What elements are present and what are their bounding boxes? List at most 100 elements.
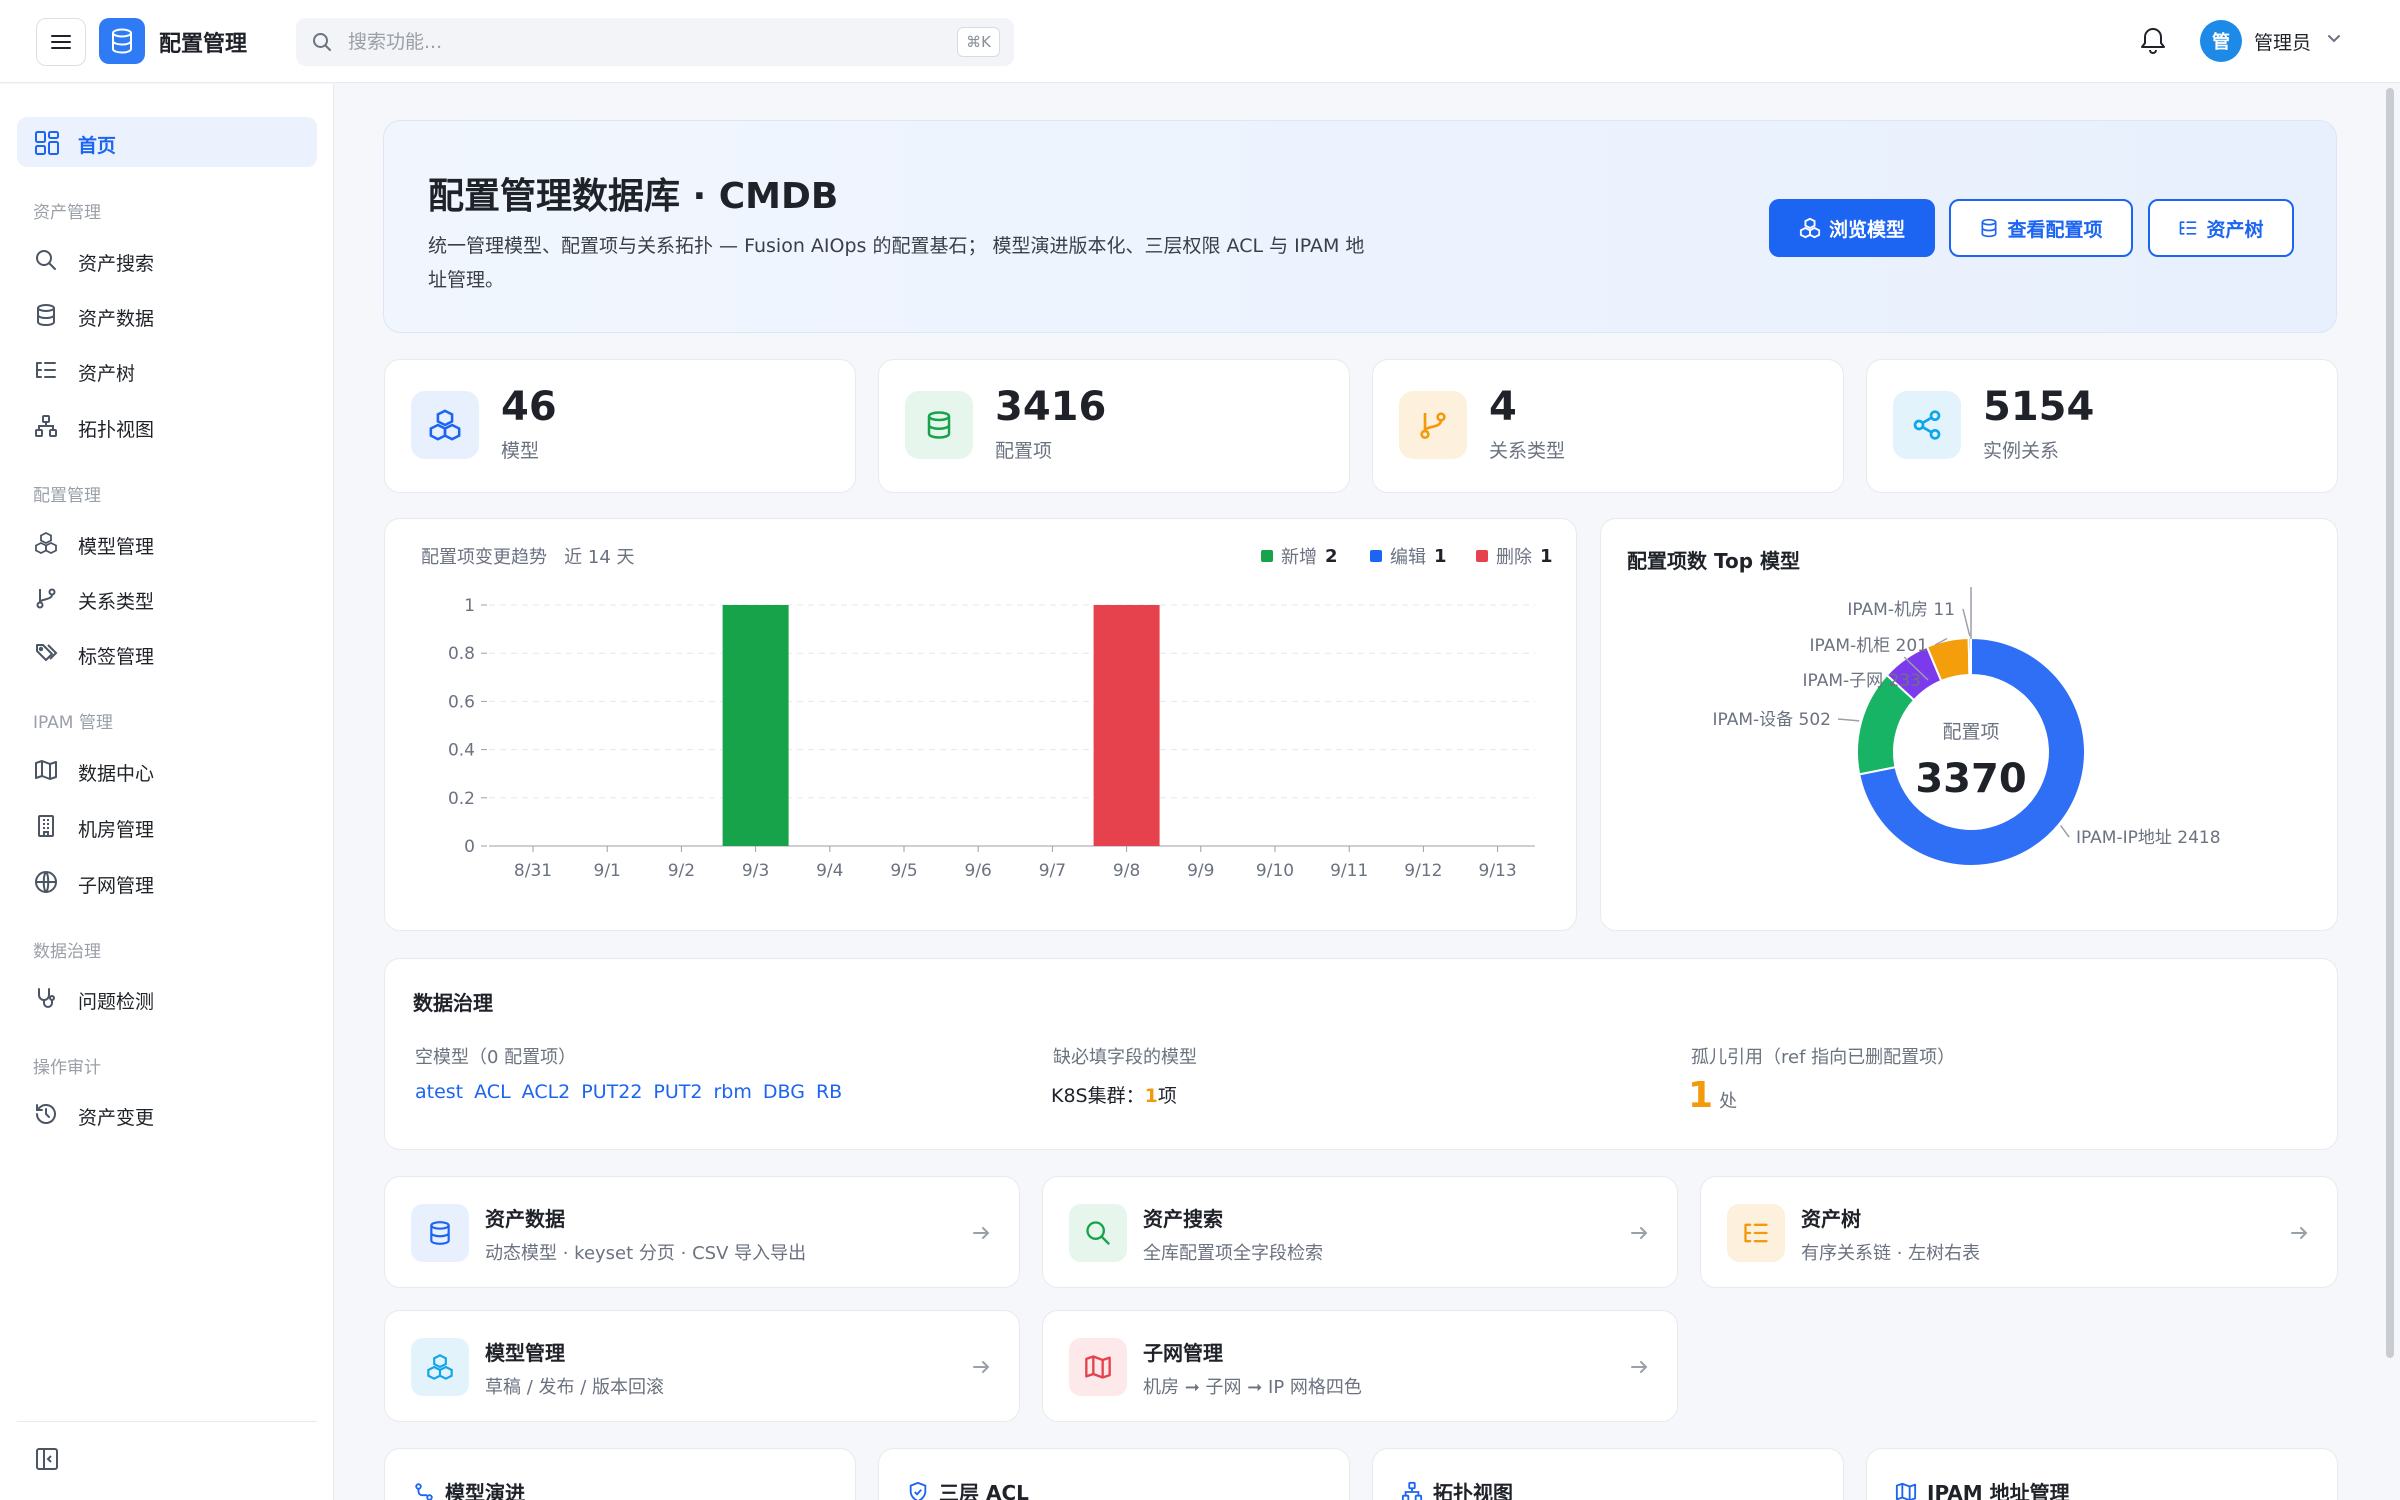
search-icon [313, 33, 331, 51]
stat-icon-box [411, 391, 479, 459]
missing-fields-label: 缺必填字段的模型 [1053, 1047, 1197, 1068]
browse-models-button[interactable]: 浏览模型 [1769, 199, 1935, 257]
empty-models-list: atest ACL ACL2 PUT22 PUT2 rbm DBG RB [415, 1081, 842, 1103]
chevron-down-icon[interactable] [2326, 33, 2342, 45]
map-icon [35, 760, 57, 780]
nav-section-title: IPAM 管理 [33, 713, 113, 733]
quick-card-asset-data[interactable]: 资产数据 动态模型 · keyset 分页 · CSV 导入导出 [384, 1176, 1020, 1288]
x-tick-label: 9/4 [816, 861, 843, 881]
sidebar-collapse-icon[interactable] [34, 1446, 60, 1472]
search-icon [1086, 1221, 1110, 1245]
sidebar-item-tags[interactable]: 标签管理 [17, 628, 317, 678]
search-box[interactable]: ⌘K [296, 18, 1014, 66]
empty-model-link[interactable]: rbm [713, 1081, 751, 1103]
avatar[interactable]: 管 [2200, 20, 2242, 62]
stat-label: 配置项 [995, 440, 1053, 462]
arrow-right-icon [2291, 1227, 2308, 1239]
quick-card-subtitle: 草稿 / 发布 / 版本回滚 [485, 1377, 665, 1398]
sidebar-item-models[interactable]: 模型管理 [17, 518, 317, 568]
stat-card-relation-types[interactable]: 4 关系类型 [1372, 359, 1844, 493]
feature-card-header: 模型演进 [413, 1477, 525, 1500]
asset-tree-button[interactable]: 资产树 [2148, 199, 2294, 257]
bar-删除[interactable] [1093, 605, 1160, 846]
button-label: 浏览模型 [1828, 218, 1905, 241]
y-tick-label: 0.2 [448, 789, 475, 809]
top-bar: 配置管理 ⌘K 管 管理员 [0, 0, 2400, 83]
quick-card-icon-box [1069, 1204, 1127, 1262]
bell-icon[interactable] [2140, 26, 2166, 56]
quick-card-subnet-management[interactable]: 子网管理 机房 ➞ 子网 ➞ IP 网格四色 [1042, 1310, 1678, 1422]
donut-slice[interactable] [1967, 636, 1972, 677]
sidebar-item-label: 首页 [78, 135, 117, 157]
sidebar-item-label: 机房管理 [78, 819, 155, 841]
label-leader-line [1837, 718, 1860, 722]
menu-toggle-button[interactable] [36, 18, 86, 66]
stat-card-instance-relations[interactable]: 5154 实例关系 [1866, 359, 2338, 493]
sidebar-item-asset-tree[interactable]: 资产树 [17, 345, 317, 395]
sidebar-item-label: 子网管理 [78, 875, 155, 897]
empty-model-link[interactable]: RB [816, 1081, 842, 1103]
stat-label: 关系类型 [1489, 440, 1566, 462]
sidebar-item-subnets[interactable]: 子网管理 [17, 857, 317, 907]
x-tick-label: 9/10 [1256, 861, 1294, 881]
view-config-items-button[interactable]: 查看配置项 [1949, 199, 2133, 257]
trend-bar-chart: 1 0.8 0.6 0.4 0.2 0 8/31 9/1 9/2 9/3 9/4 9/5 9/6 9/7 9… [448, 596, 1535, 881]
empty-model-link[interactable]: atest [415, 1081, 463, 1103]
feature-card-topology[interactable]: 拓扑视图 [1372, 1448, 1844, 1500]
stat-value: 4 [1489, 384, 1517, 430]
sidebar-item-asset-changes[interactable]: 资产变更 [17, 1089, 317, 1139]
stat-card-models[interactable]: 46 模型 [384, 359, 856, 493]
sidebar-item-rooms[interactable]: 机房管理 [17, 801, 317, 851]
quick-card-model-management[interactable]: 模型管理 草稿 / 发布 / 版本回滚 [384, 1310, 1020, 1422]
empty-model-link[interactable]: PUT2 [653, 1081, 702, 1103]
arrow-right-icon [973, 1361, 990, 1373]
search-input[interactable] [348, 26, 908, 58]
stat-card-config-items[interactable]: 3416 配置项 [878, 359, 1350, 493]
sidebar-item-asset-data[interactable]: 资产数据 [17, 290, 317, 340]
empty-models-label: 空模型（0 配置项） [415, 1047, 577, 1068]
stat-value: 5154 [1983, 384, 2095, 430]
sidebar-item-issue-detection[interactable]: 问题检测 [17, 973, 317, 1023]
sidebar-item-asset-search[interactable]: 资产搜索 [17, 235, 317, 285]
sidebar-item-topology[interactable]: 拓扑视图 [17, 401, 317, 451]
database-icon [112, 28, 132, 54]
sidebar: 首页 资产管理 资产搜索 资产数据 资产树 拓扑视图 配置管理 模型管理 关系类… [0, 84, 334, 1500]
page-scrollbar[interactable] [2386, 88, 2394, 1358]
topology-icon [1401, 1481, 1423, 1500]
quick-card-asset-tree[interactable]: 资产树 有序关系链 · 左树右表 [1700, 1176, 2338, 1288]
feature-card-model-evolution[interactable]: 模型演进 [384, 1448, 856, 1500]
empty-model-link[interactable]: ACL2 [522, 1081, 571, 1103]
sidebar-item-label: 资产变更 [78, 1107, 155, 1129]
empty-model-link[interactable]: PUT22 [581, 1081, 642, 1103]
boxes-icon [427, 1354, 453, 1380]
y-tick-label: 0.6 [448, 692, 475, 712]
nav-section-title: 数据治理 [33, 942, 101, 962]
sidebar-item-datacenter[interactable]: 数据中心 [17, 745, 317, 795]
sidebar-item-label: 标签管理 [78, 646, 155, 668]
y-tick-label: 1 [464, 596, 475, 616]
quick-card-asset-search[interactable]: 资产搜索 全库配置项全字段检索 [1042, 1176, 1678, 1288]
quick-card-subtitle: 全库配置项全字段检索 [1143, 1243, 1323, 1264]
empty-model-link[interactable]: DBG [763, 1081, 805, 1103]
bar-新增[interactable] [722, 605, 789, 846]
user-name[interactable]: 管理员 [2254, 28, 2311, 55]
label-leader-line [1962, 608, 1971, 637]
feature-card-title: 拓扑视图 [1433, 1481, 1513, 1500]
quick-card-title: 资产数据 [485, 1207, 565, 1231]
hero-banner: 配置管理数据库 · CMDB 统一管理模型、配置项与关系拓扑 — Fusion … [383, 120, 2337, 333]
feature-card-header: 三层 ACL [907, 1477, 1029, 1500]
feature-card-ipam[interactable]: IPAM 地址管理 [1866, 1448, 2338, 1500]
menu-icon [51, 35, 71, 49]
database-icon [37, 304, 55, 327]
sidebar-item-home[interactable]: 首页 [17, 117, 317, 167]
orphan-refs-count[interactable]: 1处 [1688, 1075, 1737, 1116]
quick-card-subtitle: 机房 ➞ 子网 ➞ IP 网格四色 [1143, 1377, 1362, 1398]
button-label: 资产树 [2206, 218, 2264, 241]
sidebar-item-label: 资产树 [78, 363, 136, 385]
sidebar-item-relation-types[interactable]: 关系类型 [17, 573, 317, 623]
data-governance-card: 数据治理 空模型（0 配置项） atest ACL ACL2 PUT22 PUT… [384, 958, 2338, 1150]
sidebar-divider [17, 1421, 317, 1422]
empty-model-link[interactable]: ACL [474, 1081, 511, 1103]
missing-fields-item[interactable]: K8S集群：1项 [1051, 1081, 1177, 1108]
feature-card-three-layer-acl[interactable]: 三层 ACL [878, 1448, 1350, 1500]
